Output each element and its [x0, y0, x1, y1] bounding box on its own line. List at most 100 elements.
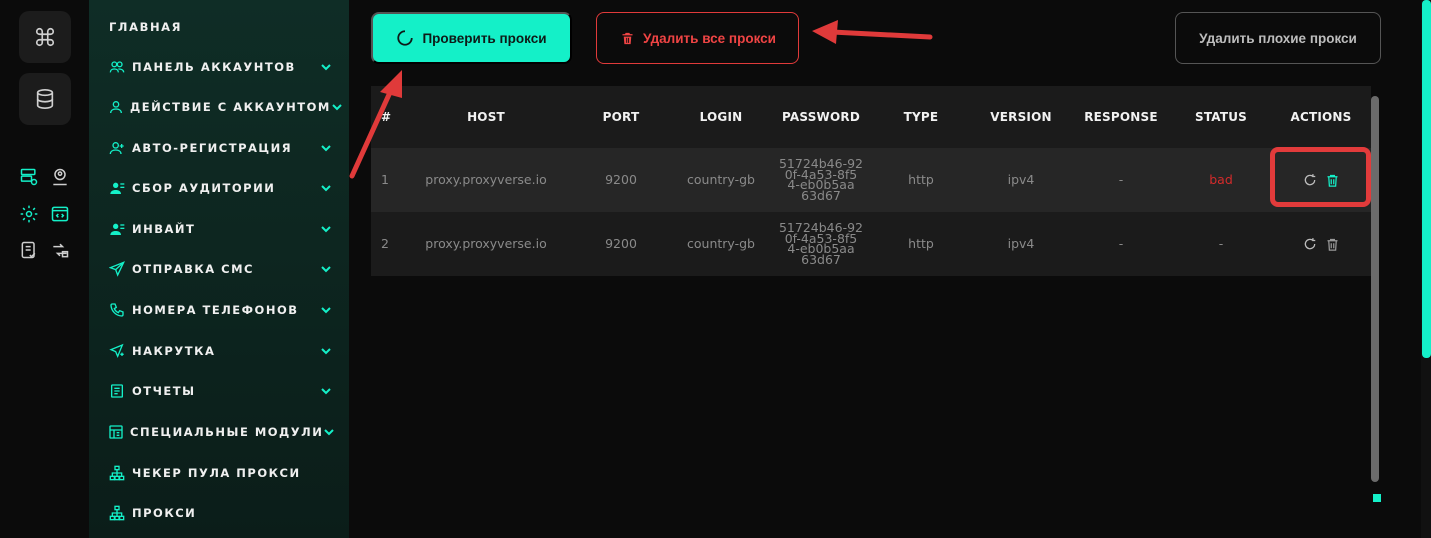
chevron-down-icon[interactable]	[318, 383, 334, 399]
main-content: Проверить прокси Удалить все прокси Удал…	[349, 0, 1421, 538]
sidebar-item-special-modules[interactable]: СПЕЦИАЛЬНЫЕ МОДУЛИ	[108, 421, 335, 443]
sidebar-item-label: ПРОКСИ	[132, 506, 197, 520]
sidebar: ГЛАВНАЯ ПАНЕЛЬ АККАУНТОВ ДЕЙСТВИЕ С АККА…	[89, 0, 349, 538]
status-badge: -	[1218, 236, 1224, 251]
row-number: 1	[381, 172, 389, 187]
sidebar-item-accounts-panel[interactable]: ПАНЕЛЬ АККАУНТОВ	[108, 56, 334, 78]
chevron-down-icon[interactable]	[323, 424, 335, 440]
user-group-icon	[108, 179, 126, 197]
table-scrollbar[interactable]	[1371, 96, 1379, 482]
login-cell: country-gb	[687, 172, 755, 187]
refresh-icon[interactable]	[1302, 236, 1318, 252]
host-cell: proxy.proxyverse.io	[425, 236, 547, 251]
sidebar-item-proxy-pool-checker[interactable]: ЧЕКЕР ПУЛА ПРОКСИ	[108, 462, 334, 484]
chevron-down-icon[interactable]	[318, 140, 334, 156]
location-user-icon[interactable]	[50, 167, 70, 187]
password-cell: 51724b46-92 0f-4a53-8f5 4-eb0b5aa 63d67	[778, 220, 864, 267]
swap-icon[interactable]	[50, 240, 70, 260]
status-badge: bad	[1209, 172, 1233, 187]
sidebar-item-proxy[interactable]: ПРОКСИ	[108, 502, 334, 524]
report-icon	[108, 382, 126, 400]
sidebar-item-label: СБОР АУДИТОРИИ	[132, 181, 276, 195]
icon-rail	[0, 0, 89, 538]
sidebar-item-account-action[interactable]: ДЕЙСТВИЕ С АККАУНТОМ	[108, 96, 342, 118]
column-header: VERSION	[990, 110, 1052, 124]
chevron-down-icon[interactable]	[318, 180, 334, 196]
annotation-highlight-box	[1270, 147, 1371, 207]
page-scrollbar-thumb[interactable]	[1422, 0, 1431, 358]
column-header: PORT	[602, 110, 640, 124]
chevron-down-icon[interactable]	[331, 99, 343, 115]
delete-bad-proxy-button[interactable]: Удалить плохие прокси	[1175, 12, 1381, 64]
version-cell: ipv4	[1007, 236, 1035, 251]
user-plus-icon	[108, 139, 126, 157]
column-header: RESPONSE	[1084, 110, 1158, 124]
chevron-down-icon[interactable]	[318, 343, 334, 359]
loading-spinner-icon	[396, 29, 414, 47]
password-cell: 51724b46-92 0f-4a53-8f5 4-eb0b5aa 63d67	[778, 156, 864, 203]
port-cell: 9200	[605, 236, 637, 251]
host-cell: proxy.proxyverse.io	[425, 172, 547, 187]
delete-bad-proxy-label: Удалить плохие прокси	[1199, 30, 1357, 46]
column-header: TYPE	[903, 110, 939, 124]
phone-icon	[108, 301, 126, 319]
chevron-down-icon[interactable]	[318, 302, 334, 318]
type-cell: http	[908, 236, 934, 251]
login-cell: country-gb	[687, 236, 755, 251]
sidebar-item-audience-collection[interactable]: СБОР АУДИТОРИИ	[108, 177, 334, 199]
chevron-down-icon[interactable]	[318, 221, 334, 237]
sidebar-item-label: НАКРУТКА	[132, 344, 216, 358]
sidebar-item-label: ОТЧЕТЫ	[132, 384, 196, 398]
column-header: LOGIN	[699, 110, 743, 124]
command-button[interactable]	[19, 11, 71, 63]
column-header: PASSWORD	[782, 109, 860, 124]
sidebar-item-home[interactable]: ГЛАВНАЯ	[109, 20, 182, 34]
modules-icon	[108, 423, 124, 441]
resize-handle[interactable]	[1373, 494, 1381, 502]
version-cell: ipv4	[1007, 172, 1035, 187]
boost-icon	[108, 342, 126, 360]
check-proxy-button[interactable]: Проверить прокси	[371, 12, 572, 64]
sidebar-item-invite[interactable]: ИНВАЙТ	[108, 218, 334, 240]
chevron-down-icon[interactable]	[318, 59, 334, 75]
checklist-icon[interactable]	[19, 240, 39, 260]
sidebar-item-label: АВТО-РЕГИСТРАЦИЯ	[132, 141, 293, 155]
delete-all-proxy-button[interactable]: Удалить все прокси	[596, 12, 799, 64]
column-header: HOST	[467, 110, 505, 124]
sidebar-item-boost[interactable]: НАКРУТКА	[108, 340, 334, 362]
command-icon	[35, 27, 55, 47]
sidebar-item-auto-registration[interactable]: АВТО-РЕГИСТРАЦИЯ	[108, 137, 334, 159]
sidebar-item-label: НОМЕРА ТЕЛЕФОНОВ	[132, 303, 299, 317]
server-list-icon[interactable]	[19, 167, 39, 187]
sidebar-item-phone-numbers[interactable]: НОМЕРА ТЕЛЕФОНОВ	[108, 299, 334, 321]
row-number: 2	[381, 236, 389, 251]
table-header: # HOST PORT LOGIN PASSWORD TYPE VERSION …	[371, 86, 1371, 148]
table-row: 2 proxy.proxyverse.io 9200 country-gb 51…	[371, 212, 1371, 276]
trash-icon	[619, 30, 635, 46]
table-row: 1 proxy.proxyverse.io 9200 country-gb 51…	[371, 148, 1371, 212]
proxy-table: # HOST PORT LOGIN PASSWORD TYPE VERSION …	[371, 86, 1371, 276]
actions-cell	[1271, 236, 1371, 252]
database-icon	[36, 89, 54, 109]
column-header: STATUS	[1194, 110, 1248, 124]
sidebar-item-label: ОТПРАВКА СМС	[132, 262, 254, 276]
gear-icon[interactable]	[19, 204, 39, 224]
check-proxy-label: Проверить прокси	[422, 30, 547, 46]
trash-icon[interactable]	[1324, 236, 1340, 252]
delete-all-proxy-label: Удалить все прокси	[643, 30, 776, 46]
sidebar-item-label: ЧЕКЕР ПУЛА ПРОКСИ	[132, 466, 301, 480]
user-icon	[108, 98, 124, 116]
sidebar-item-reports[interactable]: ОТЧЕТЫ	[108, 380, 334, 402]
response-cell: -	[1118, 236, 1124, 251]
sidebar-item-label: ПАНЕЛЬ АККАУНТОВ	[132, 60, 296, 74]
network-icon	[108, 504, 126, 522]
code-window-icon[interactable]	[50, 204, 70, 224]
chevron-down-icon[interactable]	[318, 261, 334, 277]
column-header: #	[381, 110, 392, 124]
sidebar-item-label: ИНВАЙТ	[132, 222, 196, 236]
database-button[interactable]	[19, 73, 71, 125]
type-cell: http	[908, 172, 934, 187]
user-invite-icon	[108, 220, 126, 238]
sidebar-item-send-sms[interactable]: ОТПРАВКА СМС	[108, 258, 334, 280]
network-icon	[108, 464, 126, 482]
